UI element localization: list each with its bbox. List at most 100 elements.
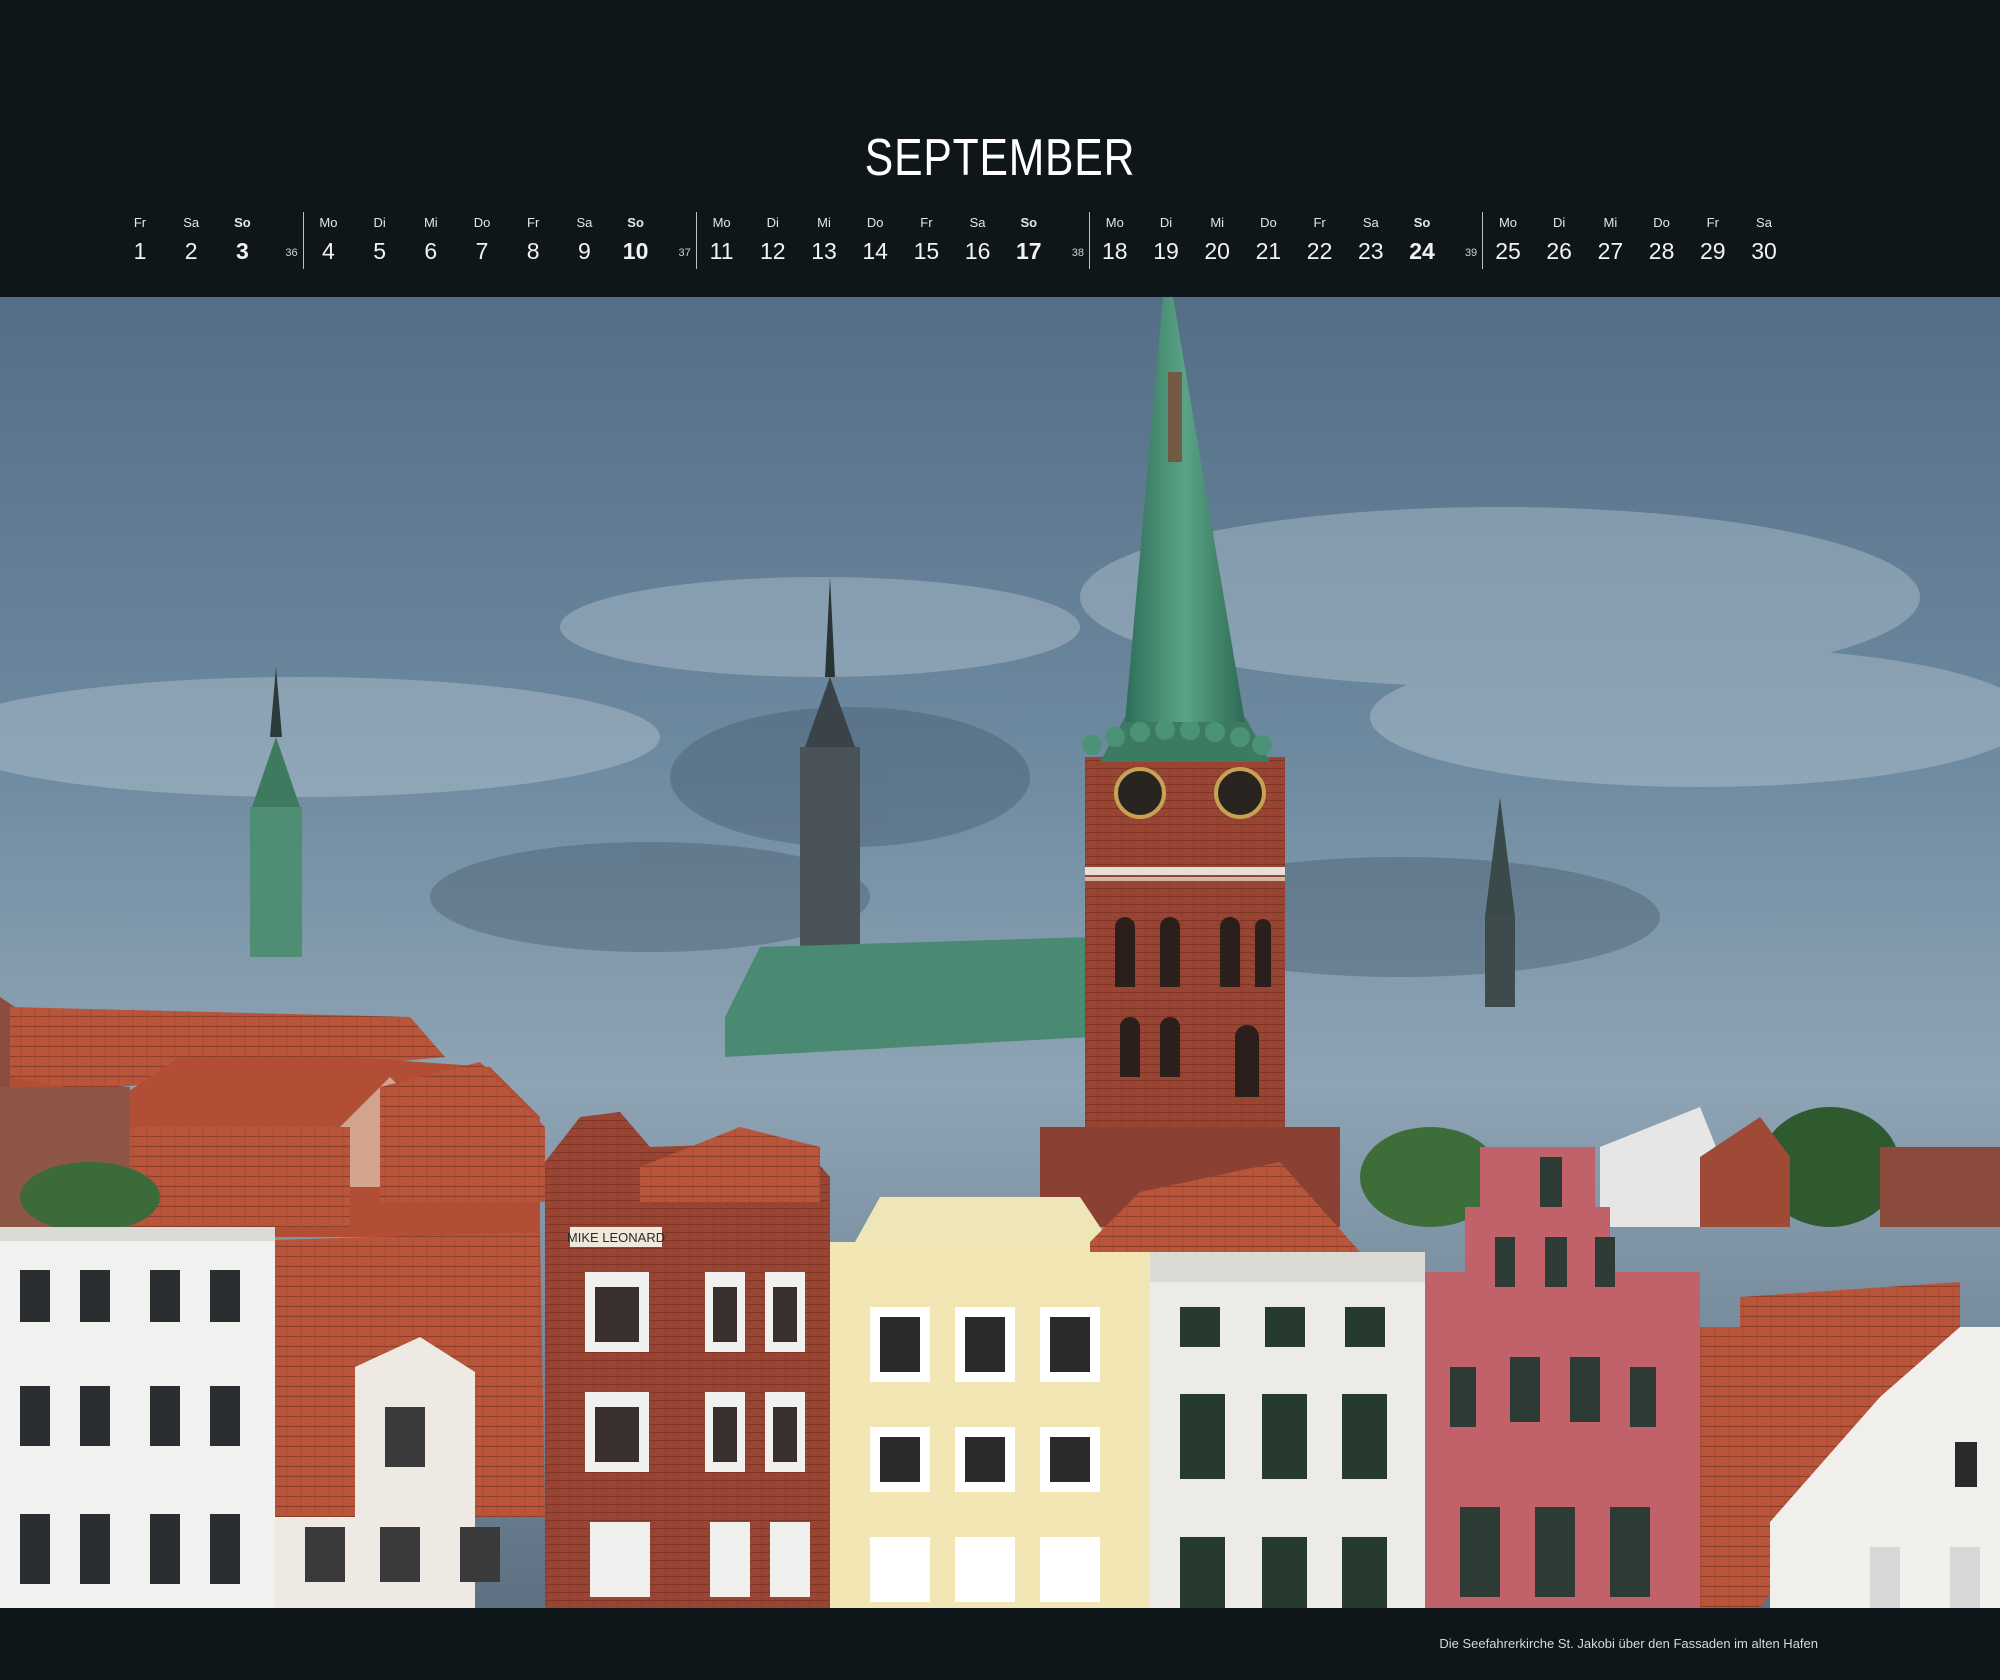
date-number: 11: [709, 238, 734, 264]
days-row: Fr 1 Sa 2 So 3 Mo 4 Di 5 Mi 6 Do 7 Fr 8 Sa 9 So 10 Mo 11 Di 12 M…: [0, 215, 2000, 275]
date-number: 7: [475, 238, 489, 264]
calendar-day: Mi 13: [799, 215, 849, 267]
weekday-label: Sa: [576, 215, 593, 230]
calendar-day: Do 7: [457, 215, 507, 267]
date-number: 25: [1495, 238, 1521, 264]
date-number: 24: [1409, 238, 1435, 264]
calendar-day: Sa 30: [1739, 215, 1789, 267]
weekday-label: Mo: [319, 215, 338, 230]
date-number: 22: [1306, 238, 1333, 264]
calendar-day: Fr 22: [1295, 215, 1345, 267]
calendar-day: So 24: [1397, 215, 1447, 267]
weekday-label: Do: [866, 215, 884, 230]
date-number: 17: [1016, 238, 1042, 264]
weekday-label: Fr: [1706, 215, 1719, 230]
week-number: 36: [285, 247, 298, 259]
date-number: 21: [1255, 238, 1282, 264]
week-separator: [302, 212, 304, 269]
calendar-day: Sa 16: [953, 215, 1003, 267]
week-number: 38: [1071, 247, 1084, 259]
weekday-label: So: [234, 215, 251, 230]
date-number: 8: [526, 238, 540, 264]
calendar-day: So 3: [217, 215, 267, 267]
white-building-left: [0, 1227, 275, 1608]
calendar-day: Fr 1: [115, 215, 165, 267]
week-separator: [1482, 212, 1484, 269]
weekday-label: Mo: [712, 215, 731, 230]
month-title: SEPTEMBER: [864, 129, 1136, 187]
church-roof: [725, 937, 1090, 1057]
weekday-label: Di: [766, 215, 779, 230]
date-number: 3: [235, 238, 249, 264]
weekday-label: Mi: [1210, 215, 1225, 230]
weekday-label: So: [1020, 215, 1038, 230]
calendar-day: Mi 20: [1192, 215, 1242, 267]
weekday-label: Mo: [1105, 215, 1124, 230]
brick-house: MIKE LEONARD: [545, 1112, 830, 1608]
date-number: 1: [133, 238, 147, 264]
date-number: 2: [184, 238, 198, 264]
weekday-label: Di: [373, 215, 386, 230]
date-number: 10: [622, 238, 649, 264]
calendar-day: Fr 15: [901, 215, 951, 267]
calendar-header: SEPTEMBER Fr 1 Sa 2 So 3 Mo 4 Di 5 Mi 6 Do 7 Fr 8 Sa 9 So 1…: [0, 0, 2000, 295]
yellow-building: [830, 1197, 1150, 1608]
calendar-day: Di 26: [1534, 215, 1584, 267]
calendar-day: Mo 11: [697, 215, 747, 267]
calendar-day: Di 12: [748, 215, 798, 267]
weekday-label: Sa: [183, 215, 200, 230]
calendar-day: So 17: [1004, 215, 1054, 267]
date-number: 30: [1751, 238, 1777, 264]
date-number: 18: [1102, 238, 1128, 264]
date-number: 16: [964, 238, 991, 264]
week-separator: [695, 212, 697, 269]
date-number: 9: [577, 238, 591, 264]
calendar-day: Sa 2: [166, 215, 216, 267]
weekday-label: Mi: [423, 215, 438, 230]
calendar-day: Mi 27: [1585, 215, 1635, 267]
shop-sign: MIKE LEONARD: [567, 1230, 665, 1245]
calendar-day: Do 14: [850, 215, 900, 267]
date-number: 4: [321, 238, 335, 264]
weekday-label: Sa: [1362, 215, 1379, 230]
weekday-label: Fr: [920, 215, 933, 230]
calendar-day: Mo 18: [1090, 215, 1140, 267]
weekday-label: Mi: [1603, 215, 1618, 230]
date-number: 29: [1700, 238, 1726, 264]
calendar-day: Fr 29: [1688, 215, 1738, 267]
weekday-label: Fr: [1313, 215, 1326, 230]
city-photo: MIKE LEONARD: [0, 297, 2000, 1608]
calendar-day: Fr 8: [508, 215, 558, 267]
calendar-day: Do 21: [1243, 215, 1293, 267]
calendar-day: Do 28: [1637, 215, 1687, 267]
calendar-day: Di 19: [1141, 215, 1191, 267]
date-number: 23: [1358, 238, 1384, 264]
weekday-label: So: [627, 215, 644, 230]
week-number: 37: [678, 247, 691, 259]
weekday-label: Sa: [1756, 215, 1772, 230]
weekday-label: Mo: [1498, 215, 1518, 230]
week-number: 39: [1464, 247, 1478, 259]
tree: [20, 1162, 160, 1232]
weekday-label: Mi: [817, 215, 831, 230]
date-number: 6: [424, 238, 438, 264]
date-number: 12: [760, 238, 786, 264]
weekday-label: Fr: [133, 215, 147, 230]
calendar-day: So 10: [611, 215, 661, 267]
calendar-day: Sa 23: [1346, 215, 1396, 267]
calendar-day: Mo 4: [303, 215, 353, 267]
date-number: 14: [862, 238, 888, 264]
date-number: 13: [811, 238, 837, 264]
week-separator: [1089, 212, 1090, 269]
weekday-label: So: [1413, 215, 1431, 230]
weekday-label: Do: [1260, 215, 1277, 230]
weekday-label: Do: [473, 215, 491, 230]
date-number: 27: [1597, 238, 1624, 264]
weekday-label: Fr: [527, 215, 540, 230]
date-number: 20: [1204, 238, 1230, 264]
calendar-day: Mi 6: [406, 215, 456, 267]
date-number: 15: [913, 238, 940, 264]
weekday-label: Sa: [969, 215, 986, 230]
calendar-day: Mo 25: [1483, 215, 1533, 267]
calendar-day: Sa 9: [559, 215, 609, 267]
